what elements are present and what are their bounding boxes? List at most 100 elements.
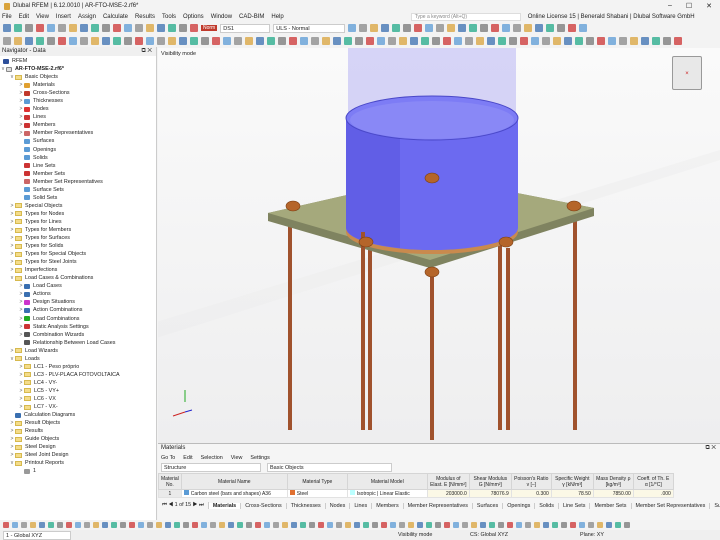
- table-cell[interactable]: .000: [632, 489, 674, 498]
- menu-file[interactable]: File: [2, 14, 12, 20]
- tab-members[interactable]: Members: [372, 502, 404, 509]
- toolbar-tool-icon[interactable]: [575, 37, 583, 45]
- table-cell[interactable]: 1: [158, 489, 182, 498]
- toolbar-tool-icon[interactable]: [309, 522, 315, 528]
- toolbar-tool-icon[interactable]: [421, 37, 429, 45]
- tree-item[interactable]: > Actions: [0, 290, 156, 298]
- view-cube[interactable]: ×: [672, 56, 702, 90]
- column-header[interactable]: Material Type: [286, 473, 348, 490]
- tab-member-set-representatives[interactable]: Member Set Representatives: [632, 502, 711, 509]
- toolbar-tool-icon[interactable]: [48, 522, 54, 528]
- toolbar-tool-icon[interactable]: [498, 522, 504, 528]
- toolbar-tool-icon[interactable]: [327, 522, 333, 528]
- toolbar-tool-icon[interactable]: [190, 24, 198, 32]
- toolbar-tool-icon[interactable]: [509, 37, 517, 45]
- toolbar-tool-icon[interactable]: [113, 24, 121, 32]
- toolbar-tool-icon[interactable]: [381, 522, 387, 528]
- toolbar-tool-icon[interactable]: [58, 37, 66, 45]
- tree-item[interactable]: > Members: [0, 121, 156, 129]
- toolbar-tool-icon[interactable]: [543, 522, 549, 528]
- tree-item[interactable]: > Combination Wizards: [0, 331, 156, 339]
- toolbar-tool-icon[interactable]: [444, 522, 450, 528]
- tab-nodes[interactable]: Nodes: [326, 502, 351, 509]
- toolbar-tool-icon[interactable]: [597, 522, 603, 528]
- toolbar-tool-icon[interactable]: [502, 24, 511, 32]
- toolbar-tool-icon[interactable]: [525, 522, 531, 528]
- tree-item[interactable]: > Types for Surfaces: [0, 234, 156, 242]
- tab-solids[interactable]: Solids: [535, 502, 559, 509]
- toolbar-tool-icon[interactable]: [381, 24, 390, 32]
- toolbar-tool-icon[interactable]: [80, 24, 88, 32]
- toolbar-tool-icon[interactable]: [471, 522, 477, 528]
- toolbar-tool-icon[interactable]: [75, 522, 81, 528]
- toolbar-tool-icon[interactable]: [47, 24, 55, 32]
- tree-item[interactable]: Member Set Representatives: [0, 178, 156, 186]
- tree-item[interactable]: > Load Combinations: [0, 315, 156, 323]
- 3d-viewport[interactable]: Visibility mode ×: [158, 48, 720, 443]
- toolbar-tool-icon[interactable]: [641, 37, 649, 45]
- toolbar-tool-icon[interactable]: [168, 24, 176, 32]
- toolbar-tool-icon[interactable]: [535, 24, 544, 32]
- menu-help[interactable]: Help: [271, 14, 283, 20]
- toolbar-tool-icon[interactable]: [652, 37, 660, 45]
- menu-edit[interactable]: Edit: [19, 14, 29, 20]
- tab-thicknesses[interactable]: Thicknesses: [287, 502, 326, 509]
- table-cell[interactable]: 78.50: [550, 489, 594, 498]
- toolbar-tool-icon[interactable]: [458, 24, 467, 32]
- table-cell[interactable]: 0.300: [510, 489, 552, 498]
- toolbar-tool-icon[interactable]: [135, 24, 143, 32]
- toolbar-tool-icon[interactable]: [201, 522, 207, 528]
- tree-item[interactable]: Calculation Diagrams: [0, 411, 156, 419]
- tab-openings[interactable]: Openings: [503, 502, 536, 509]
- toolbar-tool-icon[interactable]: [333, 37, 341, 45]
- toolbar-tool-icon[interactable]: [57, 522, 63, 528]
- tree-root[interactable]: RFEM: [0, 57, 156, 65]
- toolbar-tool-icon[interactable]: [179, 24, 187, 32]
- tree-item[interactable]: > Special Objects: [0, 202, 156, 210]
- toolbar-tool-icon[interactable]: [542, 37, 550, 45]
- toolbar-tool-icon[interactable]: [447, 24, 456, 32]
- navigator-close-button[interactable]: ⧉ ✕: [141, 47, 156, 56]
- tree-item[interactable]: Surfaces: [0, 137, 156, 145]
- column-header[interactable]: Poisson's Ratio v [–]: [510, 473, 552, 490]
- toolbar-tool-icon[interactable]: [183, 522, 189, 528]
- column-header[interactable]: Material Model: [346, 473, 428, 490]
- maximize-button[interactable]: ☐: [686, 2, 692, 10]
- tree-item[interactable]: 1: [0, 467, 156, 475]
- toolbar-tool-icon[interactable]: [480, 522, 486, 528]
- toolbar-tool-icon[interactable]: [491, 24, 500, 32]
- tree-item[interactable]: > Cross-Sections: [0, 89, 156, 97]
- menu-calculate[interactable]: Calculate: [103, 14, 128, 20]
- tree-item[interactable]: v Printout Reports: [0, 459, 156, 467]
- tree-item[interactable]: > Types for Members: [0, 226, 156, 234]
- toolbar-tool-icon[interactable]: [113, 37, 121, 45]
- toolbar-tool-icon[interactable]: [336, 522, 342, 528]
- toolbar-tool-icon[interactable]: [372, 522, 378, 528]
- toolbar-tool-icon[interactable]: [570, 522, 576, 528]
- table-cell[interactable]: 7850.00: [592, 489, 634, 498]
- toolbar-tool-icon[interactable]: [344, 37, 352, 45]
- tree-item[interactable]: > Static Analysis Settings: [0, 323, 156, 331]
- toolbar-tool-icon[interactable]: [69, 24, 77, 32]
- tree-item[interactable]: > LC3 - PLV-PLACA FOTOVOLTAICA: [0, 371, 156, 379]
- tree-item[interactable]: > Load Cases: [0, 282, 156, 290]
- load-combo-select[interactable]: ULS - Normal: [273, 23, 346, 33]
- toolbar-tool-icon[interactable]: [228, 522, 234, 528]
- toolbar-tool-icon[interactable]: [91, 24, 99, 32]
- tree-item[interactable]: > Result Objects: [0, 419, 156, 427]
- toolbar-tool-icon[interactable]: [561, 522, 567, 528]
- toolbar-tool-icon[interactable]: [157, 24, 165, 32]
- pager[interactable]: ⏮ ◀ 1 of 15 ▶ ⏭: [158, 502, 209, 509]
- tab-surfac[interactable]: Surfac: [710, 503, 720, 509]
- toolbar-tool-icon[interactable]: [630, 37, 638, 45]
- toolbar-tool-icon[interactable]: [399, 522, 405, 528]
- tree-item[interactable]: Surface Sets: [0, 186, 156, 194]
- tree-item[interactable]: Openings: [0, 146, 156, 154]
- toolbar-tool-icon[interactable]: [219, 522, 225, 528]
- toolbar-tool-icon[interactable]: [146, 24, 154, 32]
- toolbar-tool-icon[interactable]: [3, 37, 11, 45]
- toolbar-tool-icon[interactable]: [14, 24, 22, 32]
- column-header[interactable]: Mass Density ρ [kg/m³]: [592, 473, 634, 490]
- toolbar-tool-icon[interactable]: [174, 522, 180, 528]
- minimize-button[interactable]: –: [668, 2, 672, 10]
